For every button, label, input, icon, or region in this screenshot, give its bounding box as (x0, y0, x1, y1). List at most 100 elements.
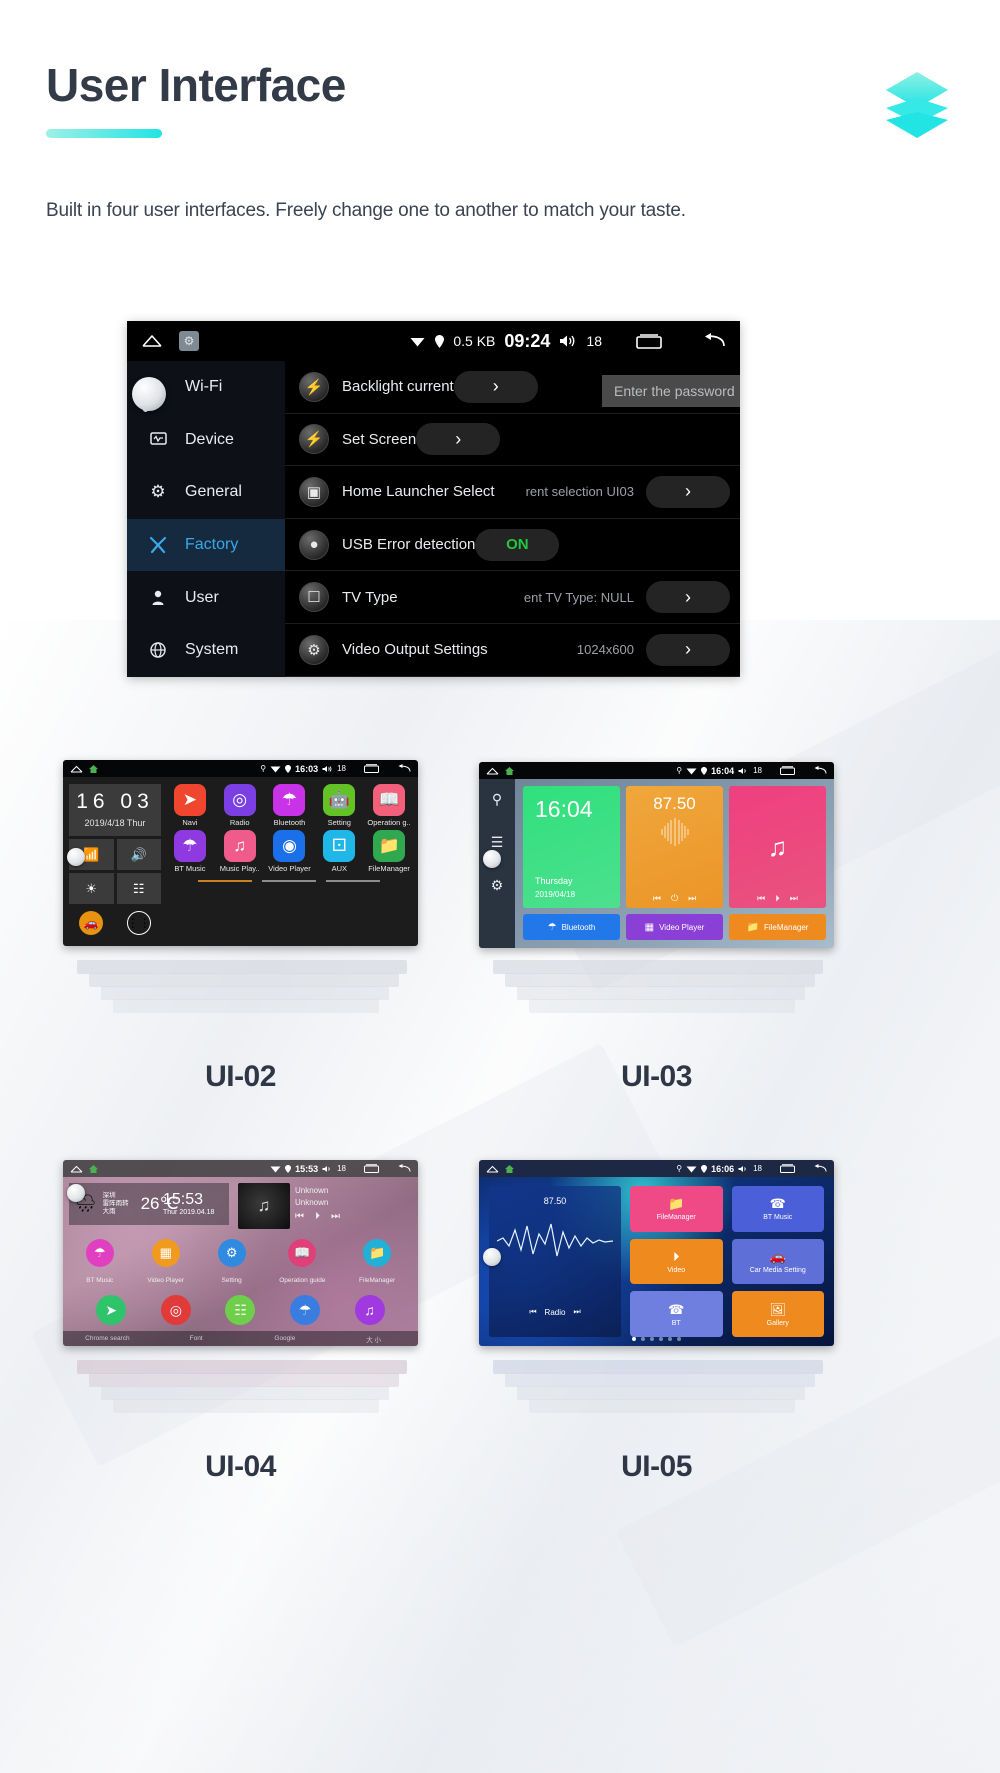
clock-widget[interactable]: 16 03 2019/4/18 Thur (69, 784, 161, 836)
search-bar[interactable]: Chrome search Font Google 大 小 (63, 1331, 418, 1346)
settings-row[interactable]: ⚡ Set Screen › (285, 414, 740, 467)
shortcut-bluetooth[interactable]: ☂ Bluetooth (523, 914, 620, 940)
password-input[interactable]: Enter the password (602, 375, 740, 407)
prev-icon[interactable]: ⏮ (653, 893, 661, 904)
volume-knob[interactable] (132, 377, 166, 411)
prev-icon[interactable]: ⏮ (757, 893, 765, 904)
settings-row[interactable]: ● USB Error detection ON (285, 519, 740, 572)
recents-icon[interactable] (364, 764, 379, 773)
app-operation-guide[interactable]: 📖 Operation guide (279, 1239, 325, 1287)
back-arrow-icon[interactable] (397, 764, 411, 773)
app-video-player[interactable]: ▦ Video Player (147, 1239, 184, 1287)
back-arrow-icon[interactable] (397, 1164, 411, 1173)
home-icon[interactable] (70, 765, 83, 773)
radio-controls[interactable]: ⏮ ⏻ ⏭ (626, 893, 723, 904)
play-icon[interactable]: ⏵ (315, 1211, 320, 1222)
radio-controls[interactable]: ⏮ Radio ⏭ (489, 1307, 621, 1317)
clock-widget[interactable]: 15:53 Thur 2019.04.18 (163, 1191, 214, 1216)
prev-icon[interactable]: ⏮ (295, 1211, 304, 1222)
next-icon[interactable]: ⏭ (331, 1211, 340, 1222)
row-chevron-button[interactable]: › (646, 475, 730, 508)
app-video-player[interactable]: ◉ Video Player (267, 830, 313, 873)
app-operation-guide[interactable]: 📖 Operation g.. (366, 784, 412, 827)
row-chevron-button[interactable]: › (453, 370, 538, 403)
tile-car-media-setting[interactable]: 🚗 Car Media Setting (731, 1238, 824, 1285)
app-bluetooth[interactable]: ☂ Bluetooth (267, 784, 313, 827)
home-icon[interactable] (486, 767, 499, 775)
back-arrow-icon[interactable] (813, 1164, 827, 1173)
volume-icon[interactable]: 🔊 (116, 839, 161, 870)
clock-tile[interactable]: 16:04 Thursday 2019/04/18 (523, 786, 620, 908)
music-note-icon[interactable]: ♫ (354, 1295, 385, 1325)
volume-knob[interactable] (67, 848, 85, 866)
tile-gallery[interactable]: 🖼 Gallery (731, 1291, 824, 1337)
gear-icon[interactable]: ⚙ (179, 331, 199, 351)
radio-tile[interactable]: 87.50 ⏮ ⏻ ⏭ (626, 786, 723, 908)
app-radio[interactable]: ◎ Radio (217, 784, 263, 827)
row-chevron-button[interactable]: › (646, 633, 730, 666)
sidebar-item-general[interactable]: ⚙ General (127, 466, 285, 519)
house-icon[interactable] (88, 1164, 99, 1174)
location-pin-icon[interactable]: ⚲ (492, 791, 502, 808)
tile-bt-music[interactable]: ☎ BT Music (731, 1186, 824, 1232)
shortcut-filemanager[interactable]: 📁 FileManager (729, 914, 826, 940)
apps-icon[interactable]: ⋮⋮ (117, 907, 162, 939)
prev-icon[interactable]: ⏮ (529, 1307, 536, 1317)
sidebar-item-system[interactable]: System (127, 624, 285, 677)
car-icon[interactable]: 🚗 (69, 907, 114, 939)
sidebar-item-device[interactable]: Device (127, 414, 285, 467)
settings-row[interactable]: ⚙ Video Output Settings 1024x600 › (285, 624, 740, 677)
sidebar-item-factory[interactable]: Factory (127, 518, 285, 572)
sliders-icon[interactable]: ☰ (491, 834, 504, 851)
home-icon[interactable] (486, 1165, 499, 1173)
settings-row[interactable]: ▣ Home Launcher Select rent selection UI… (285, 466, 740, 519)
tile-video[interactable]: ⏵ Video (630, 1238, 723, 1285)
recents-icon[interactable] (780, 1164, 795, 1173)
app-setting[interactable]: ⚙ Setting (217, 1239, 246, 1287)
row-chevron-button[interactable]: › (646, 581, 730, 614)
apps-icon[interactable]: ☷ (225, 1295, 256, 1325)
next-icon[interactable]: ⏭ (790, 893, 798, 904)
music-controls[interactable]: ⏮ ⏵ ⏭ (729, 893, 826, 904)
shortcut-video-player[interactable]: ▦ Video Player (626, 914, 723, 940)
recents-icon[interactable] (780, 766, 795, 775)
row-toggle-button[interactable]: ON (475, 528, 560, 561)
next-icon[interactable]: ⏭ (688, 893, 696, 904)
brightness-icon[interactable]: ☀ (69, 873, 114, 904)
settings-row[interactable]: ☐ TV Type ent TV Type: NULL › (285, 571, 740, 624)
app-filemanager[interactable]: 📁 FileManager (359, 1239, 395, 1287)
row-chevron-button[interactable]: › (416, 423, 501, 456)
app-music-player[interactable]: ♫ Music Play.. (217, 830, 263, 873)
gear-icon[interactable]: ⚙ (491, 877, 504, 894)
volume-knob[interactable] (483, 850, 501, 868)
house-icon[interactable] (504, 1164, 515, 1174)
music-tile[interactable]: ♫ ⏮ ⏵ ⏭ (729, 786, 826, 908)
house-icon[interactable] (504, 766, 515, 776)
back-arrow-icon[interactable] (813, 766, 827, 775)
app-filemanager[interactable]: 📁 FileManager (366, 830, 412, 873)
play-icon[interactable]: ⏵ (775, 893, 780, 904)
app-navi[interactable]: ➤ Navi (167, 784, 213, 827)
app-bt-music[interactable]: ☂ BT Music (85, 1239, 114, 1287)
house-icon[interactable] (88, 764, 99, 774)
recents-icon[interactable] (364, 1164, 379, 1173)
volume-knob[interactable] (67, 1184, 85, 1202)
home-icon[interactable] (70, 1165, 83, 1173)
next-icon[interactable]: ⏭ (573, 1307, 580, 1317)
home-icon[interactable] (141, 334, 163, 348)
navigation-arrow-icon[interactable]: ➤ (96, 1295, 127, 1325)
tile-filemanager[interactable]: 📁 FileManager (630, 1186, 723, 1232)
app-bt-music[interactable]: ☂ BT Music (167, 830, 213, 873)
power-icon[interactable]: ⏻ (671, 893, 678, 904)
radio-tower-icon[interactable]: ◎ (160, 1295, 191, 1325)
radio-visualizer[interactable]: 87.50 ⏮ Radio ⏭ (489, 1186, 621, 1337)
equalizer-icon[interactable]: ☷ (116, 873, 161, 904)
back-arrow-icon[interactable] (702, 333, 726, 349)
volume-knob[interactable] (483, 1248, 501, 1266)
app-setting[interactable]: 🤖 Setting (316, 784, 362, 827)
recents-icon[interactable] (636, 333, 662, 349)
tile-bt[interactable]: ☎ BT (630, 1291, 723, 1337)
sidebar-item-user[interactable]: User (127, 571, 285, 624)
media-controls[interactable]: ⏮ ⏵ ⏭ (295, 1211, 340, 1222)
app-aux[interactable]: ⚀ AUX (316, 830, 362, 873)
